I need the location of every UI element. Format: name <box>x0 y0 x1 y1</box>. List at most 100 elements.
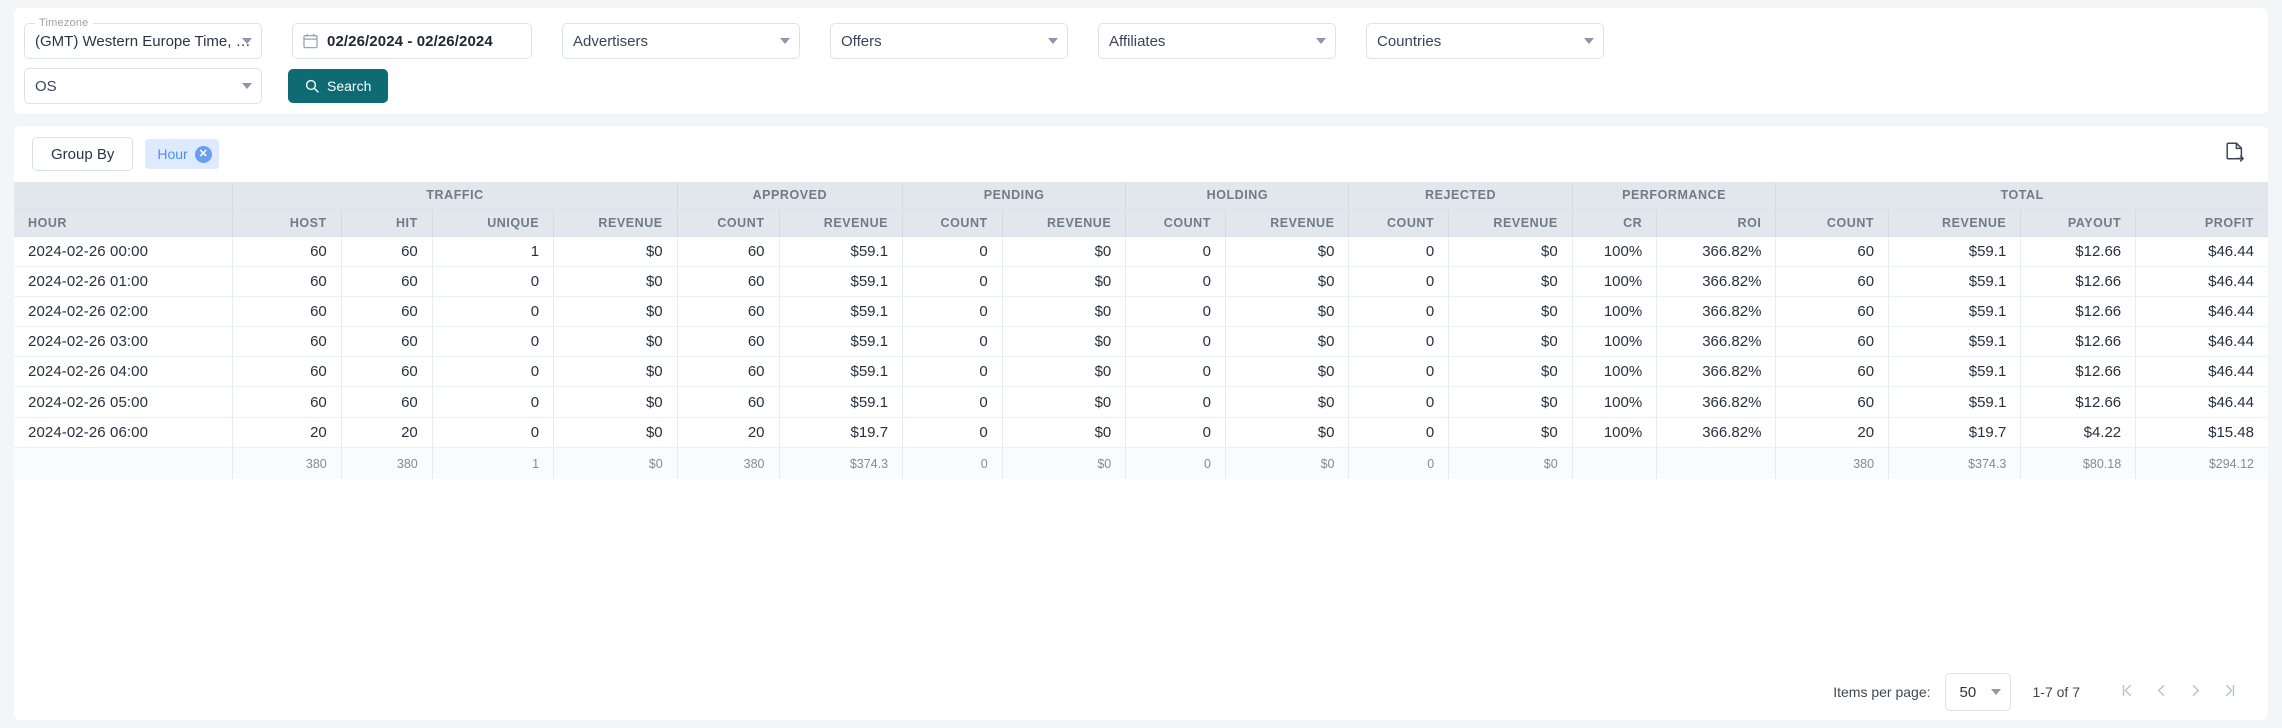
cell-cr: 100% <box>1572 386 1658 418</box>
cell-count: 0 <box>1125 417 1226 448</box>
offers-select[interactable]: Offers <box>830 23 1068 59</box>
table-row[interactable]: 2024-02-26 01:00 60 60 0 $0 60 $59.1 0 $0 0 $0 0 $0 1… <box>14 266 2268 297</box>
timezone-label: Timezone <box>35 17 93 29</box>
table-row[interactable]: 2024-02-26 05:00 60 60 0 $0 60 $59.1 0 $0 0 $0 0 $0 1… <box>14 386 2268 418</box>
cell-revenue: $0 <box>553 236 678 267</box>
chip-label: Hour <box>157 146 188 162</box>
total-cell-host: 380 <box>232 447 342 480</box>
column-header-3-unique[interactable]: UNIQUE <box>432 209 555 237</box>
advertisers-select[interactable]: Advertisers <box>562 23 800 59</box>
cell-revenue: $59.1 <box>779 266 904 297</box>
timezone-select[interactable]: Timezone (GMT) Western Europe Time, Lond… <box>24 17 262 59</box>
total-cell-cr <box>1572 447 1658 480</box>
column-header-11-count[interactable]: COUNT <box>1348 209 1450 237</box>
column-header-1-host[interactable]: HOST <box>232 209 342 237</box>
cell-hour: 2024-02-26 04:00 <box>14 356 234 388</box>
column-header-6-revenue[interactable]: REVENUE <box>779 209 904 237</box>
cell-host: 60 <box>232 266 342 297</box>
table-row[interactable]: 2024-02-26 06:00 20 20 0 $0 20 $19.7 0 $0 0 $0 0 $0 1… <box>14 417 2268 448</box>
table-toolbar: Group By Hour ✕ <box>14 126 2268 182</box>
cell-payout: $12.66 <box>2020 236 2137 267</box>
cell-count: 0 <box>1348 417 1450 448</box>
next-page-button[interactable] <box>2178 675 2212 709</box>
cell-cr: 100% <box>1572 417 1658 448</box>
search-button[interactable]: Search <box>288 69 389 103</box>
total-cell-count: 0 <box>1348 447 1450 480</box>
column-header-10-revenue[interactable]: REVENUE <box>1225 209 1350 237</box>
column-header-13-cr[interactable]: CR <box>1572 209 1658 237</box>
cell-revenue: $0 <box>1002 266 1127 297</box>
cell-payout: $12.66 <box>2020 326 2137 358</box>
group-header-pending: PENDING <box>902 182 1127 210</box>
last-page-button[interactable] <box>2212 675 2246 709</box>
timezone-value: (GMT) Western Europe Time, London, … <box>35 32 251 50</box>
table-row[interactable]: 2024-02-26 02:00 60 60 0 $0 60 $59.1 0 $0 0 $0 0 $0 1… <box>14 296 2268 328</box>
table-row[interactable]: 2024-02-26 04:00 60 60 0 $0 60 $59.1 0 $0 0 $0 0 $0 1… <box>14 356 2268 388</box>
cell-hour: 2024-02-26 00:00 <box>14 236 234 267</box>
group-header-approved: APPROVED <box>677 182 904 210</box>
cell-unique: 1 <box>432 236 555 267</box>
cell-roi: 366.82% <box>1656 266 1777 297</box>
export-button[interactable] <box>2220 139 2250 169</box>
column-header-2-hit[interactable]: HIT <box>341 209 433 237</box>
column-header-15-count[interactable]: COUNT <box>1775 209 1890 237</box>
column-header-12-revenue[interactable]: REVENUE <box>1448 209 1573 237</box>
group-by-chip-hour[interactable]: Hour ✕ <box>145 139 219 169</box>
table-column-header-row: HOUR HOST HIT UNIQUE REVENUE COUNT REVENUE COUN… <box>14 209 2268 237</box>
column-header-0-hour[interactable]: HOUR <box>14 209 234 237</box>
group-header-rejected: REJECTED <box>1348 182 1573 210</box>
group-by-button[interactable]: Group By <box>32 137 134 171</box>
cell-payout: $12.66 <box>2020 386 2137 418</box>
cell-profit: $46.44 <box>2135 266 2268 297</box>
search-button-label: Search <box>327 78 372 94</box>
total-cell-profit: $294.12 <box>2135 447 2268 480</box>
chevron-down-icon <box>1048 38 1058 44</box>
chevron-down-icon <box>242 83 252 89</box>
cell-count: 0 <box>1348 266 1450 297</box>
column-header-17-payout[interactable]: PAYOUT <box>2020 209 2137 237</box>
group-header-holding: HOLDING <box>1125 182 1350 210</box>
countries-placeholder: Countries <box>1377 32 1442 50</box>
table-row[interactable]: 2024-02-26 03:00 60 60 0 $0 60 $59.1 0 $0 0 $0 0 $0 1… <box>14 326 2268 358</box>
cell-hour: 2024-02-26 02:00 <box>14 296 234 328</box>
affiliates-select[interactable]: Affiliates <box>1098 23 1336 59</box>
countries-select[interactable]: Countries <box>1366 23 1604 59</box>
column-header-5-count[interactable]: COUNT <box>677 209 780 237</box>
cell-hit: 60 <box>341 236 433 267</box>
cell-revenue: $0 <box>553 266 678 297</box>
column-header-16-revenue[interactable]: REVENUE <box>1888 209 2022 237</box>
report-table-card: Group By Hour ✕ TRAFFIC APPROVED PENDING HO… <box>14 126 2268 720</box>
column-header-4-revenue[interactable]: REVENUE <box>553 209 678 237</box>
cell-revenue: $59.1 <box>1888 296 2022 328</box>
close-icon[interactable]: ✕ <box>194 145 212 163</box>
cell-payout: $12.66 <box>2020 266 2137 297</box>
cell-revenue: $0 <box>1448 296 1573 328</box>
cell-count: 0 <box>1125 386 1226 418</box>
total-cell-count: 380 <box>677 447 780 480</box>
total-cell-roi <box>1656 447 1777 480</box>
cell-roi: 366.82% <box>1656 326 1777 358</box>
first-page-button[interactable] <box>2110 675 2144 709</box>
column-header-9-count[interactable]: COUNT <box>1125 209 1226 237</box>
cell-count: 0 <box>902 417 1003 448</box>
cell-host: 60 <box>232 296 342 328</box>
column-header-18-profit[interactable]: PROFIT <box>2135 209 2268 237</box>
cell-profit: $46.44 <box>2135 326 2268 358</box>
date-range-picker[interactable]: 02/26/2024 - 02/26/2024 <box>292 23 532 59</box>
os-select[interactable]: OS <box>24 68 262 104</box>
cell-hit: 60 <box>341 356 433 388</box>
table-group-header-row: TRAFFIC APPROVED PENDING HOLDING REJECTED PER… <box>14 182 2268 210</box>
items-per-page-select[interactable]: 50 <box>1944 673 2011 711</box>
column-header-7-count[interactable]: COUNT <box>902 209 1003 237</box>
cell-count: 60 <box>677 266 780 297</box>
column-header-8-revenue[interactable]: REVENUE <box>1002 209 1127 237</box>
table-row[interactable]: 2024-02-26 00:00 60 60 1 $0 60 $59.1 0 $0 0 $0 0 $0 1… <box>14 236 2268 267</box>
cell-count: 60 <box>1775 386 1890 418</box>
group-header-traffic: TRAFFIC <box>232 182 678 210</box>
cell-count: 0 <box>1125 296 1226 328</box>
column-header-14-roi[interactable]: ROI <box>1656 209 1777 237</box>
previous-page-button[interactable] <box>2144 675 2178 709</box>
cell-revenue: $0 <box>1225 356 1350 388</box>
cell-count: 0 <box>902 296 1003 328</box>
items-per-page-value: 50 <box>1959 683 1977 701</box>
